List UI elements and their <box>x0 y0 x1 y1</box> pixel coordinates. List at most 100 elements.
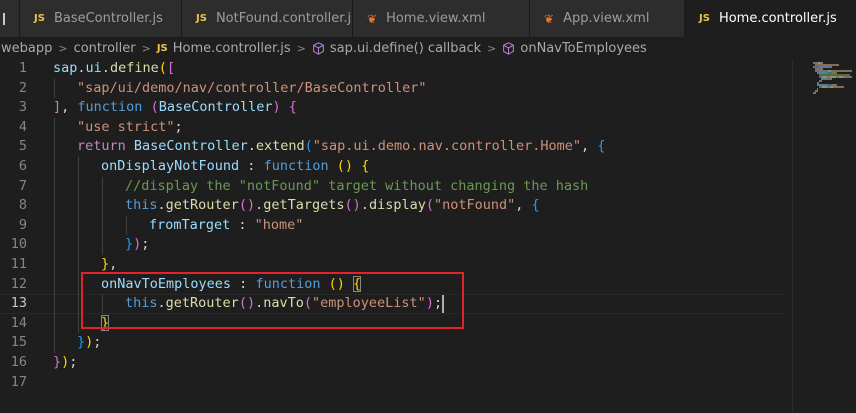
code-token: fromTarget <box>149 216 231 233</box>
code-line[interactable]: }, <box>53 254 793 275</box>
minimap-mark <box>831 66 832 68</box>
code-token: . <box>247 138 256 155</box>
tab-bar: JS BaseController.js JS NotFound.controller… <box>0 0 856 37</box>
code-token: , <box>515 197 532 214</box>
chevron-right-icon: > <box>296 41 306 55</box>
indent-guide <box>54 137 55 157</box>
code-token: : <box>230 216 255 233</box>
editor-area[interactable]: 1 2 3 4 5 6 7 8 9 10 11 12 13 14 15 16 17 sap.ui.define(… <box>0 59 856 413</box>
code-token: display <box>368 197 426 214</box>
code-line[interactable]: return BaseController.extend("sap.ui.dem… <box>53 137 793 157</box>
minimap-mark <box>843 86 844 88</box>
code-token: "home" <box>254 216 304 233</box>
code-token: ( <box>150 99 159 116</box>
code-token: function <box>77 99 143 116</box>
partial-tab[interactable] <box>0 0 20 37</box>
line-number: 17 <box>10 373 27 390</box>
js-file-icon: JS <box>699 13 710 24</box>
breadcrumb-label: onNavToEmployees <box>520 40 647 56</box>
code-line[interactable] <box>53 373 793 393</box>
indent-guide <box>54 117 55 138</box>
line-number: 9 <box>18 216 27 233</box>
code-line[interactable]: }); <box>53 235 793 255</box>
code-token: ) <box>425 295 434 312</box>
indent-guide <box>126 215 127 236</box>
indent-guide <box>54 313 55 334</box>
code-line[interactable]: sap.ui.define([ <box>53 59 793 79</box>
code-line[interactable]: this.getRouter().navTo("employeeList"); <box>0 294 793 314</box>
breadcrumb-item[interactable]: controller <box>74 41 136 56</box>
code-line[interactable]: "sap/ui/demo/nav/controller/BaseControll… <box>53 78 793 99</box>
minimap-mark <box>815 92 816 94</box>
code-line[interactable]: this.getRouter().getTargets().display("n… <box>53 196 793 216</box>
code-line[interactable]: }); <box>53 333 793 353</box>
minimap[interactable] <box>793 59 856 413</box>
breadcrumb-item[interactable]: webapp <box>1 41 52 56</box>
code-token: navTo <box>263 295 304 312</box>
code-line[interactable]: onNavToEmployees : function () { <box>53 274 793 295</box>
code-token: define <box>109 60 159 76</box>
code-token: onDisplayNotFound <box>101 157 240 174</box>
code-token: , <box>61 99 78 116</box>
code-line[interactable]: onDisplayNotFound : function () { <box>53 156 793 177</box>
code-token: ( <box>238 295 247 312</box>
code-token: ( <box>328 275 337 292</box>
code-line[interactable]: "use strict"; <box>53 117 793 138</box>
code-token: getTargets <box>263 197 345 214</box>
code-token: return <box>77 138 126 155</box>
line-number: 8 <box>18 197 27 214</box>
code-editor-window: JS BaseController.js JS NotFound.controller… <box>0 0 856 413</box>
code-line[interactable]: }); <box>53 353 793 373</box>
indent-guide <box>102 235 103 255</box>
code-token: { <box>353 275 362 292</box>
indent-guide <box>78 274 79 295</box>
indent-guide <box>54 235 55 255</box>
indent-guide <box>78 156 79 177</box>
code-token: this <box>125 295 158 312</box>
code-line[interactable]: //display the "notFound" target without … <box>53 176 793 197</box>
code-token: . <box>157 197 166 214</box>
tab-basecontroller-js[interactable]: JS BaseController.js <box>20 0 182 37</box>
code-token: getRouter <box>165 197 239 214</box>
code-token: ) <box>246 197 256 214</box>
code-token: { <box>597 138 606 155</box>
code-line[interactable]: } <box>53 313 793 334</box>
text-cursor <box>442 295 445 314</box>
code-token: "employeeList" <box>312 295 426 312</box>
code-token: BaseController <box>158 99 273 116</box>
code-line[interactable]: ], function (BaseController) { <box>53 98 793 118</box>
code-line[interactable]: fromTarget : "home" <box>53 215 793 236</box>
tab-notfound-controller-js[interactable]: JS NotFound.controller.js <box>182 0 353 37</box>
code-token: ) <box>272 99 281 116</box>
code-token: getRouter <box>165 295 239 312</box>
line-number: 4 <box>18 118 27 135</box>
breadcrumb-item[interactable]: onNavToEmployees <box>502 40 647 56</box>
code-token: , <box>581 138 598 155</box>
line-number: 15 <box>10 334 27 351</box>
code-token: "sap.ui.demo.nav.controller.Home" <box>312 138 581 155</box>
breadcrumb-item[interactable]: sap.ui.define() callback <box>312 41 481 56</box>
code-token: ; <box>174 118 183 135</box>
code-token: . <box>157 295 166 312</box>
line-number: 7 <box>18 177 27 194</box>
code-token: ui <box>85 60 102 76</box>
minimap-mark <box>817 90 818 92</box>
breadcrumb-label: webapp <box>1 40 53 56</box>
line-number: 11 <box>10 255 27 272</box>
code-token: { <box>361 157 370 174</box>
line-number: 16 <box>10 353 27 370</box>
code-token: ( <box>336 157 345 174</box>
line-number: 2 <box>18 79 27 96</box>
code-token: . <box>77 60 86 76</box>
code-token: "use strict" <box>77 118 175 135</box>
code-token: onNavToEmployees <box>101 275 232 292</box>
code-token: { <box>288 99 297 116</box>
code-content[interactable]: sap.ui.define(["sap/ui/demo/nav/controll… <box>0 59 793 393</box>
tab-home-view-xml[interactable]: ❦ Home.view.xml <box>353 0 530 37</box>
tab-home-controller-js[interactable]: JS Home.controller.js <box>685 0 856 37</box>
breadcrumb-item[interactable]: JS Home.controller.js <box>157 41 291 56</box>
tab-app-view-xml[interactable]: ❦ App.view.xml <box>530 0 685 37</box>
code-token: } <box>101 314 110 331</box>
code-token: this <box>125 197 158 214</box>
